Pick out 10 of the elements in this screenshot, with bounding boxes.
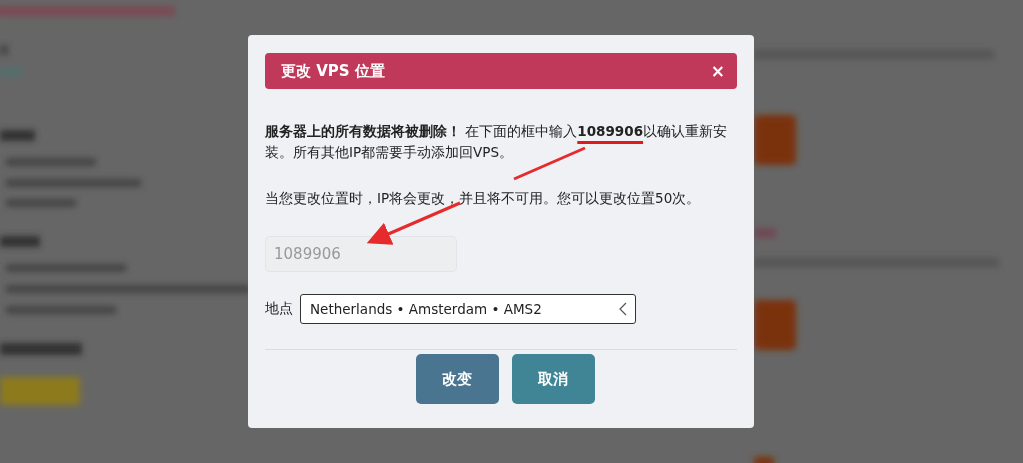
warning-text: 服务器上的所有数据将被删除！ 在下面的框中输入1089906以确认重新安装。所有其他IP都需要手动添加回VPS。 — [265, 122, 729, 162]
cancel-button[interactable]: 取消 — [511, 354, 595, 404]
location-select[interactable]: Netherlands • Amsterdam • AMS2 — [300, 294, 636, 324]
location-label: 地点 — [265, 300, 293, 318]
confirm-input-field[interactable]: 1089906 — [265, 236, 457, 272]
location-change-note: 当您更改位置时，IP将会更改，并且将不可用。您可以更改位置50次。 — [265, 189, 702, 208]
close-button[interactable]: × — [708, 61, 727, 81]
dialog-title: 更改 VPS 位置 — [281, 61, 385, 81]
chevron-left-icon — [619, 302, 627, 316]
change-button[interactable]: 改变 — [415, 354, 499, 404]
